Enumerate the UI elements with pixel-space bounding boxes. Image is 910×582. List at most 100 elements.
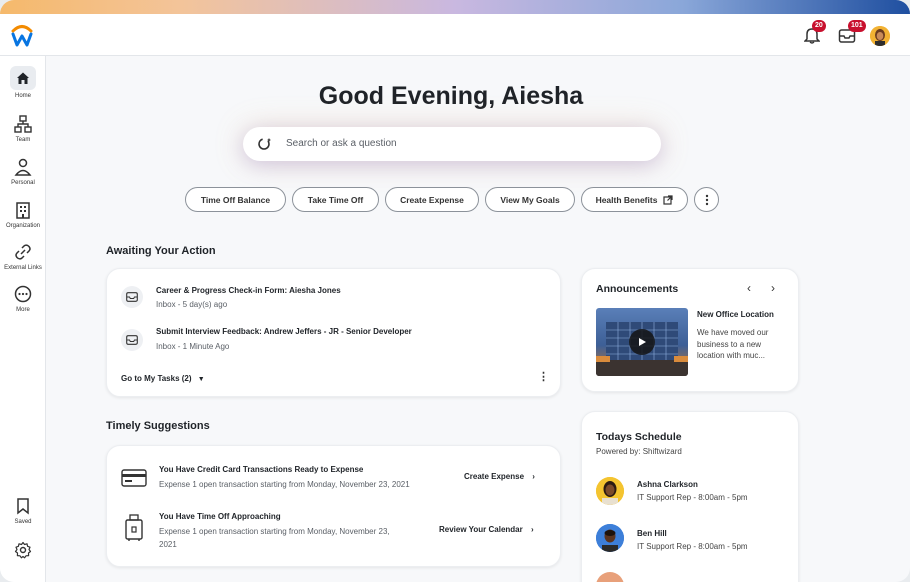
sidebar-item-organization[interactable]: Organization xyxy=(0,200,46,229)
sidebar-item-external-links[interactable]: External Links xyxy=(0,242,46,271)
quick-action-view-my-goals[interactable]: View My Goals xyxy=(485,187,575,212)
quick-action-create-expense[interactable]: Create Expense xyxy=(385,187,479,212)
person-photo xyxy=(596,524,624,552)
sidebar-item-label: Personal xyxy=(11,180,35,186)
schedule-card: Todays Schedule Powered by: Shiftwizard … xyxy=(581,411,799,582)
quick-action-label: Create Expense xyxy=(400,194,464,205)
sidebar-item-more[interactable]: More xyxy=(0,284,46,313)
sidebar-item-label: More xyxy=(16,307,30,313)
vertical-more-icon xyxy=(705,194,708,205)
caret-down-icon: ▼ xyxy=(197,376,205,383)
search-icon xyxy=(258,138,271,150)
sidebar-item-personal[interactable]: Personal xyxy=(0,157,46,186)
external-link-icon xyxy=(663,194,674,205)
notifications-badge: 20 xyxy=(812,20,826,32)
sidebar-item-label: Saved xyxy=(14,519,32,525)
workday-logo[interactable] xyxy=(10,20,34,48)
search-placeholder: Search or ask a question xyxy=(286,138,397,149)
schedule-powered-by: Powered by: Shiftwizard xyxy=(596,447,682,456)
suggestion-subtitle: Expense 1 open transaction starting from… xyxy=(159,480,410,489)
inbox-button[interactable]: 101 xyxy=(836,20,866,46)
go-to-my-tasks-label: Go to My Tasks (2) xyxy=(121,374,192,383)
awaiting-more-button[interactable]: ⋮ xyxy=(538,370,549,383)
quick-action-label: Health Benefits xyxy=(595,194,658,205)
suggestion-title: You Have Time Off Approaching xyxy=(159,512,281,521)
top-header: 20 101 xyxy=(0,14,910,56)
quick-action-label: View My Goals xyxy=(500,194,560,205)
suggestions-card: You Have Credit Card Transactions Ready … xyxy=(106,445,561,567)
link-icon xyxy=(15,244,31,260)
announcements-next-button[interactable]: › xyxy=(771,281,775,295)
user-avatar-image xyxy=(870,26,890,46)
person-role: IT Support Rep - 8:00am - 5pm xyxy=(637,493,748,502)
person-photo xyxy=(596,477,624,505)
avatar xyxy=(596,524,624,552)
credit-card-icon xyxy=(121,469,147,487)
sidebar-item-settings[interactable] xyxy=(0,540,46,560)
awaiting-card: Career & Progress Check-in Form: Aiesha … xyxy=(106,268,561,397)
quick-action-take-time-off[interactable]: Take Time Off xyxy=(292,187,379,212)
go-to-my-tasks-link[interactable]: Go to My Tasks (2) ▼ xyxy=(121,374,205,383)
team-icon xyxy=(14,115,32,133)
person-name[interactable]: Ben Hill xyxy=(637,529,667,538)
sidebar-item-label: Home xyxy=(14,93,31,99)
play-button[interactable] xyxy=(629,329,655,355)
quick-action-label: Time Off Balance xyxy=(200,194,271,205)
inbox-icon xyxy=(126,292,138,302)
user-avatar[interactable] xyxy=(870,26,890,46)
announcements-card: Announcements ‹ › New Office Location We… xyxy=(581,268,799,392)
sidebar-item-label: External Links xyxy=(4,265,42,271)
suggestion-subtitle-continued: 2021 xyxy=(159,540,177,549)
announcement-item-body: We have moved our business to a new loca… xyxy=(697,327,768,362)
task-subtitle: Inbox - 5 day(s) ago xyxy=(156,300,228,309)
announcement-video-thumbnail[interactable] xyxy=(596,308,688,376)
app-window: 20 101 Home Team Personal Organization E… xyxy=(0,0,910,582)
person-name[interactable]: Ashna Clarkson xyxy=(637,480,698,489)
sidebar-item-team[interactable]: Team xyxy=(0,114,46,143)
quick-actions-more-button[interactable] xyxy=(694,187,719,212)
suggestion-action-label: Review Your Calendar xyxy=(439,525,523,534)
luggage-icon xyxy=(125,514,143,541)
announcement-body-line: location with muc... xyxy=(697,351,766,360)
page-greeting: Good Evening, Aiesha xyxy=(318,82,584,110)
bookmark-icon xyxy=(17,498,29,515)
sidebar-item-home[interactable]: Home xyxy=(0,66,46,99)
suggestion-title: You Have Credit Card Transactions Ready … xyxy=(159,465,364,474)
announcement-body-line: We have moved our xyxy=(697,328,769,337)
chevron-right-icon: › xyxy=(532,472,535,481)
person-role: IT Support Rep - 8:00am - 5pm xyxy=(637,542,748,551)
inbox-icon xyxy=(126,335,138,345)
sidebar-item-saved[interactable]: Saved xyxy=(0,496,46,525)
announcements-title: Announcements xyxy=(596,283,679,295)
chevron-right-icon: › xyxy=(530,525,534,534)
inbox-badge: 101 xyxy=(848,20,866,32)
sidebar-item-label: Team xyxy=(15,137,31,143)
more-icon xyxy=(14,285,32,303)
quick-action-health-benefits[interactable]: Health Benefits xyxy=(581,187,688,212)
task-title[interactable]: Submit Interview Feedback: Andrew Jeffer… xyxy=(156,327,412,336)
search-bar[interactable]: Search or ask a question xyxy=(243,127,661,161)
avatar xyxy=(596,477,624,505)
task-inbox-icon xyxy=(121,286,143,308)
awaiting-section-title: Awaiting Your Action xyxy=(106,245,216,257)
suggestion-action-label: Create Expense xyxy=(464,472,525,481)
review-your-calendar-link[interactable]: Review Your Calendar › xyxy=(439,525,534,534)
task-inbox-icon xyxy=(121,329,143,351)
brand-gradient-strip xyxy=(0,0,910,14)
announcement-item-title[interactable]: New Office Location xyxy=(697,310,774,319)
suggestion-subtitle: Expense 1 open transaction starting from… xyxy=(159,527,390,536)
gear-icon xyxy=(14,541,32,559)
announcement-body-line: business to a new xyxy=(697,339,762,349)
quick-action-label: Take Time Off xyxy=(307,194,364,205)
organization-icon xyxy=(16,202,30,219)
person-icon xyxy=(14,158,32,176)
avatar xyxy=(596,572,624,582)
create-expense-link[interactable]: Create Expense › xyxy=(464,472,535,481)
home-icon xyxy=(17,72,29,84)
quick-action-time-off-balance[interactable]: Time Off Balance xyxy=(185,187,286,212)
task-title[interactable]: Career & Progress Check-in Form: Aiesha … xyxy=(156,286,341,295)
announcements-prev-button[interactable]: ‹ xyxy=(747,281,751,295)
task-subtitle: Inbox - 1 Minute Ago xyxy=(156,342,230,351)
notifications-button[interactable]: 20 xyxy=(802,20,826,46)
sidebar-item-label: Organization xyxy=(5,223,41,229)
